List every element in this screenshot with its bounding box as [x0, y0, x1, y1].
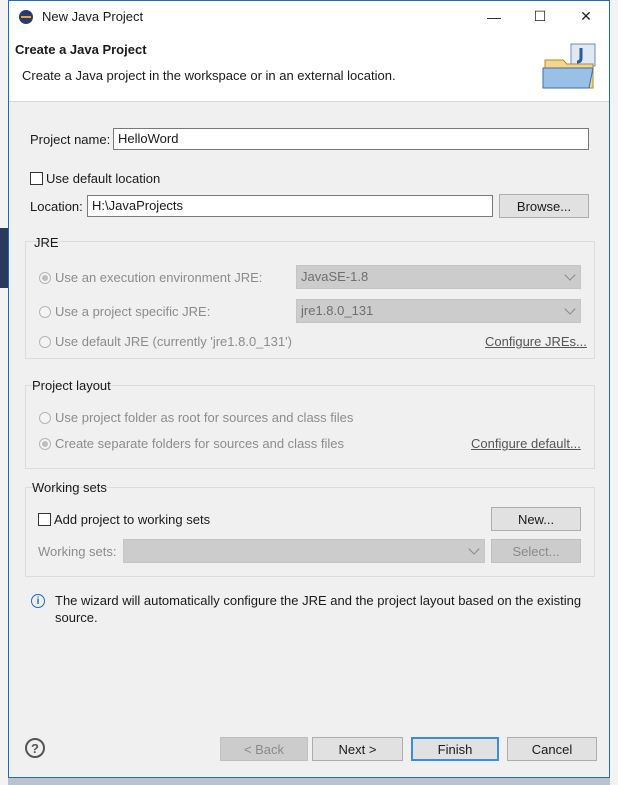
use-default-location-label: Use default location	[46, 171, 161, 186]
layout-root-label: Use project folder as root for sources a…	[55, 410, 354, 425]
project-specific-jre-label: Use a project specific JRE:	[55, 304, 211, 319]
add-to-working-sets-checkbox[interactable]	[38, 513, 51, 526]
location-label: Location:	[30, 199, 83, 214]
exec-env-radio[interactable]	[39, 272, 51, 284]
exec-env-label: Use an execution environment JRE:	[55, 270, 263, 285]
chevron-down-icon	[468, 543, 480, 555]
layout-separate-label: Create separate folders for sources and …	[55, 436, 345, 451]
exec-env-select[interactable]: JavaSE-1.8	[296, 265, 581, 289]
chevron-down-icon	[564, 303, 576, 315]
wizard-banner: Create a Java Project Create a Java proj…	[9, 32, 609, 102]
working-sets-title: Working sets	[32, 480, 107, 495]
default-jre-label: Use default JRE (currently 'jre1.8.0_131…	[55, 334, 292, 349]
cancel-button[interactable]: Cancel	[507, 737, 597, 761]
info-icon: i	[31, 594, 45, 608]
back-button[interactable]: < Back	[220, 737, 308, 761]
select-working-sets-button[interactable]: Select...	[491, 539, 581, 563]
project-name-label: Project name:	[30, 132, 111, 147]
working-sets-group	[25, 487, 595, 577]
use-default-location-checkbox[interactable]	[30, 172, 43, 185]
default-jre-radio[interactable]	[39, 336, 51, 348]
jre-group-title: JRE	[34, 235, 59, 250]
dialog-body: Project name: HelloWord Use default loca…	[9, 102, 609, 777]
close-icon[interactable]: ✕	[563, 1, 609, 32]
configure-default-link[interactable]: Configure default...	[471, 436, 581, 451]
banner-heading: Create a Java Project	[15, 42, 147, 57]
chevron-down-icon	[564, 269, 576, 281]
location-input[interactable]: H:\JavaProjects	[87, 195, 493, 217]
project-specific-jre-value: jre1.8.0_131	[301, 303, 374, 318]
window-title: New Java Project	[42, 9, 144, 24]
configure-jres-link[interactable]: Configure JREs...	[485, 334, 587, 349]
banner-subtitle: Create a Java project in the workspace o…	[22, 68, 396, 83]
finish-button[interactable]: Finish	[411, 737, 499, 761]
project-name-input[interactable]: HelloWord	[113, 128, 589, 150]
project-layout-title: Project layout	[32, 378, 111, 393]
next-button[interactable]: Next >	[312, 737, 403, 761]
browse-button[interactable]: Browse...	[499, 194, 589, 218]
layout-separate-radio[interactable]	[39, 438, 51, 450]
help-icon[interactable]: ?	[25, 738, 45, 758]
new-working-set-button[interactable]: New...	[491, 507, 581, 531]
maximize-icon[interactable]: ☐	[517, 1, 563, 32]
background-app-strip	[0, 228, 8, 288]
minimize-icon[interactable]: —	[471, 1, 517, 32]
new-java-project-dialog: New Java Project — ☐ ✕ Create a Java Pro…	[8, 0, 610, 778]
add-to-working-sets-label: Add project to working sets	[54, 512, 211, 527]
background-app-right	[610, 0, 618, 785]
working-sets-label: Working sets:	[38, 544, 117, 559]
project-specific-jre-radio[interactable]	[39, 306, 51, 318]
java-project-folder-icon	[542, 43, 596, 89]
project-layout-group	[25, 385, 595, 469]
exec-env-value: JavaSE-1.8	[301, 269, 369, 284]
title-bar[interactable]: New Java Project — ☐ ✕	[9, 1, 609, 32]
background-app-left	[0, 0, 8, 785]
project-specific-jre-select[interactable]: jre1.8.0_131	[296, 299, 581, 323]
java-app-icon	[19, 9, 33, 24]
info-message: The wizard will automatically configure …	[55, 593, 582, 625]
working-sets-select[interactable]	[123, 539, 485, 563]
layout-root-radio[interactable]	[39, 412, 51, 424]
